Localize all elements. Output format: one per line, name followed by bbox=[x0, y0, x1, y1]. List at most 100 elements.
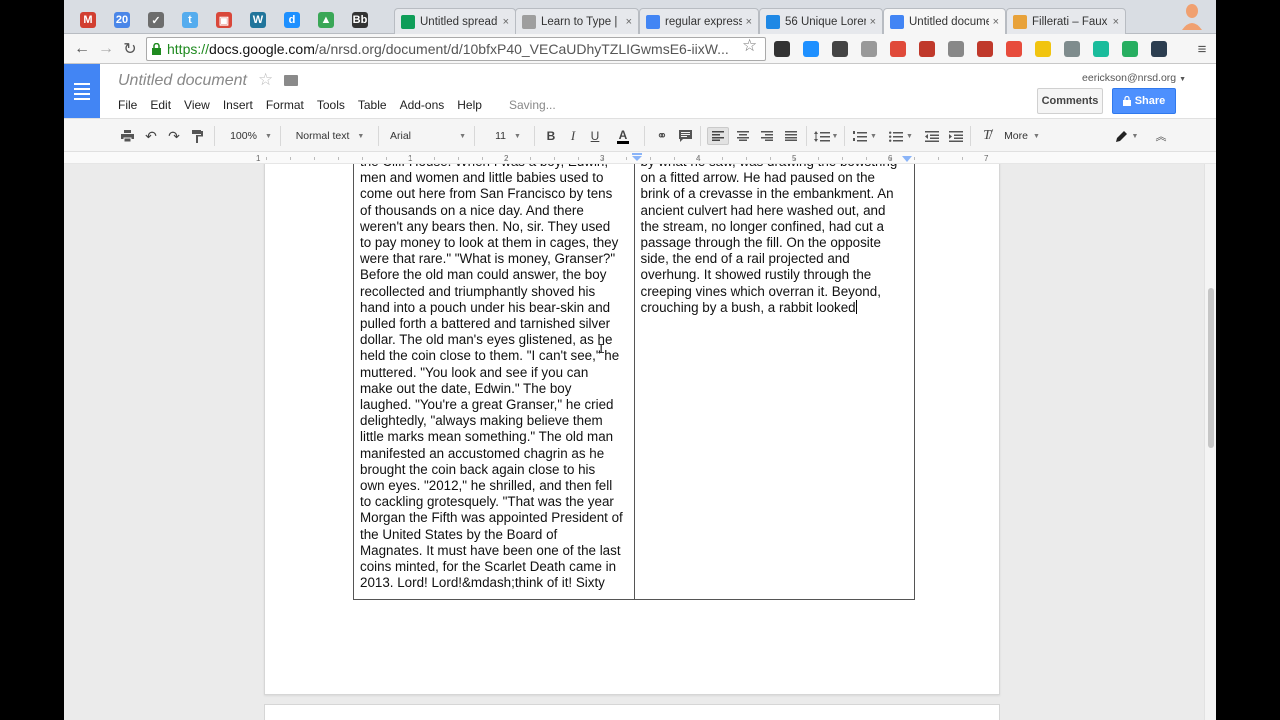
pinned-tab[interactable]: ✓ bbox=[140, 8, 172, 32]
extension-icon[interactable] bbox=[948, 41, 964, 57]
ruler-number: 7 bbox=[984, 154, 989, 163]
pinned-tab[interactable]: d bbox=[276, 8, 308, 32]
vertical-scrollbar[interactable] bbox=[1204, 164, 1216, 720]
bold-icon[interactable]: B bbox=[542, 127, 560, 145]
profile-avatar-icon[interactable] bbox=[1180, 2, 1204, 30]
extension-icon[interactable] bbox=[832, 41, 848, 57]
right-indent-marker-icon[interactable] bbox=[902, 156, 912, 162]
text-line: men and women and little babies used to bbox=[360, 170, 604, 186]
close-tab-icon[interactable]: × bbox=[626, 16, 632, 28]
font-select[interactable]: Arial ▼ bbox=[390, 127, 466, 145]
left-indent-marker-icon[interactable] bbox=[632, 153, 642, 161]
docs-home-icon[interactable] bbox=[64, 64, 100, 118]
browser-tab[interactable]: Learn to Type | × bbox=[515, 8, 639, 34]
bulleted-list-icon[interactable]: ▼ bbox=[886, 127, 916, 145]
menu-item-help[interactable]: Help bbox=[457, 98, 482, 112]
insert-link-icon[interactable]: ⚭ bbox=[652, 127, 672, 145]
pinned-tab[interactable]: 20 bbox=[106, 8, 138, 32]
extension-icon[interactable] bbox=[861, 41, 877, 57]
browser-tab[interactable]: Untitled spread × bbox=[394, 8, 516, 34]
extension-icon[interactable] bbox=[977, 41, 993, 57]
document-page[interactable]: the Cliff House. When I was a boy, Edwin… bbox=[264, 164, 1000, 695]
share-label: Share bbox=[1134, 95, 1166, 107]
menu-item-insert[interactable]: Insert bbox=[223, 98, 253, 112]
back-icon[interactable]: ← bbox=[72, 39, 92, 59]
align-right-icon[interactable] bbox=[756, 127, 778, 145]
star-document-icon[interactable]: ☆ bbox=[258, 70, 273, 90]
pinned-tab[interactable]: t bbox=[174, 8, 206, 32]
pinned-tab[interactable]: M bbox=[72, 8, 104, 32]
browser-tab[interactable]: regular express × bbox=[639, 8, 759, 34]
text-color-icon[interactable]: A bbox=[608, 127, 638, 145]
extension-icon[interactable] bbox=[774, 41, 790, 57]
pinned-tab[interactable]: ▣ bbox=[208, 8, 240, 32]
extension-icon[interactable] bbox=[1064, 41, 1080, 57]
close-tab-icon[interactable]: × bbox=[503, 16, 509, 28]
decrease-indent-icon[interactable] bbox=[922, 127, 942, 145]
paint-format-icon[interactable] bbox=[188, 127, 206, 145]
pinned-tab[interactable]: Bb bbox=[344, 8, 376, 32]
close-tab-icon[interactable]: × bbox=[746, 16, 752, 28]
undo-icon[interactable]: ↶ bbox=[142, 127, 160, 145]
browser-tab-active[interactable]: Untitled docume × bbox=[883, 8, 1006, 35]
reload-icon[interactable]: ↻ bbox=[120, 39, 140, 59]
paragraph-style-select[interactable]: Normal text ▼ bbox=[290, 127, 370, 145]
document-title[interactable]: Untitled document bbox=[118, 72, 247, 90]
extension-icon[interactable] bbox=[803, 41, 819, 57]
extension-icon[interactable] bbox=[1151, 41, 1167, 57]
justify-icon[interactable] bbox=[780, 127, 802, 145]
clear-formatting-icon[interactable]: T̸ bbox=[978, 127, 996, 145]
align-center-icon[interactable] bbox=[732, 127, 754, 145]
close-tab-icon[interactable]: × bbox=[870, 16, 876, 28]
tab-favicon-icon bbox=[890, 15, 904, 29]
underline-icon[interactable]: U bbox=[586, 127, 604, 145]
share-button[interactable]: Share bbox=[1112, 88, 1176, 114]
extension-icon[interactable] bbox=[1093, 41, 1109, 57]
text-line: the United States by the Board of bbox=[360, 526, 558, 542]
text-line: recollected and triumphantly shoved his bbox=[360, 283, 596, 299]
numbered-list-icon[interactable]: ▼ bbox=[850, 127, 880, 145]
extension-icon[interactable] bbox=[1006, 41, 1022, 57]
extension-icon[interactable] bbox=[1122, 41, 1138, 57]
close-tab-icon[interactable]: × bbox=[1113, 16, 1119, 28]
browser-tab[interactable]: Fillerati – Faux × bbox=[1006, 8, 1126, 34]
table-cell-left[interactable]: the Cliff House. When I was a boy, Edwin… bbox=[354, 164, 635, 599]
chrome-menu-icon[interactable]: ≡ bbox=[1192, 39, 1212, 59]
text-line: Morgan the Fifth was appointed President… bbox=[360, 510, 623, 526]
extension-icon[interactable] bbox=[919, 41, 935, 57]
italic-icon[interactable]: I bbox=[564, 127, 582, 145]
line-spacing-icon[interactable]: ▼ bbox=[812, 127, 840, 145]
bookmark-star-icon[interactable]: ☆ bbox=[742, 36, 757, 56]
extension-icon[interactable] bbox=[1035, 41, 1051, 57]
more-button[interactable]: More ▼ bbox=[1000, 127, 1044, 145]
scrollbar-thumb[interactable] bbox=[1208, 288, 1214, 448]
increase-indent-icon[interactable] bbox=[946, 127, 966, 145]
close-tab-icon[interactable]: × bbox=[993, 16, 999, 28]
extension-icon[interactable] bbox=[890, 41, 906, 57]
comments-button[interactable]: Comments bbox=[1037, 88, 1103, 114]
browser-tab[interactable]: 56 Unique Lorer × bbox=[759, 8, 883, 34]
menu-item-format[interactable]: Format bbox=[266, 98, 304, 112]
menu-item-table[interactable]: Table bbox=[358, 98, 387, 112]
print-icon[interactable] bbox=[118, 127, 136, 145]
folder-icon[interactable] bbox=[284, 75, 298, 86]
redo-icon[interactable]: ↷ bbox=[165, 127, 183, 145]
font-size-select[interactable]: 11 ▼ bbox=[488, 127, 528, 145]
menu-item-tools[interactable]: Tools bbox=[317, 98, 345, 112]
editing-mode-icon[interactable]: ▼ bbox=[1114, 127, 1140, 145]
table-cell-right[interactable]: by what he saw, was drawing the bowstrin… bbox=[635, 164, 915, 599]
text-line: creeping vines which overran it. Beyond, bbox=[640, 283, 881, 299]
pinned-tab[interactable]: W bbox=[242, 8, 274, 32]
menu-item-add-ons[interactable]: Add-ons bbox=[400, 98, 445, 112]
account-switcher[interactable]: eerickson@nrsd.org ▼ bbox=[1082, 72, 1186, 84]
forward-icon[interactable]: → bbox=[96, 39, 116, 59]
menu-item-file[interactable]: File bbox=[118, 98, 137, 112]
address-bar[interactable]: https://docs.google.com/a/nrsd.org/docum… bbox=[146, 37, 766, 61]
align-left-icon[interactable] bbox=[707, 127, 729, 145]
menu-item-view[interactable]: View bbox=[184, 98, 210, 112]
zoom-select[interactable]: 100% ▼ bbox=[226, 127, 276, 145]
pinned-tab[interactable]: ▲ bbox=[310, 8, 342, 32]
insert-comment-icon[interactable] bbox=[676, 127, 694, 145]
collapse-menus-icon[interactable]: ︽ bbox=[1152, 127, 1170, 145]
menu-item-edit[interactable]: Edit bbox=[150, 98, 171, 112]
